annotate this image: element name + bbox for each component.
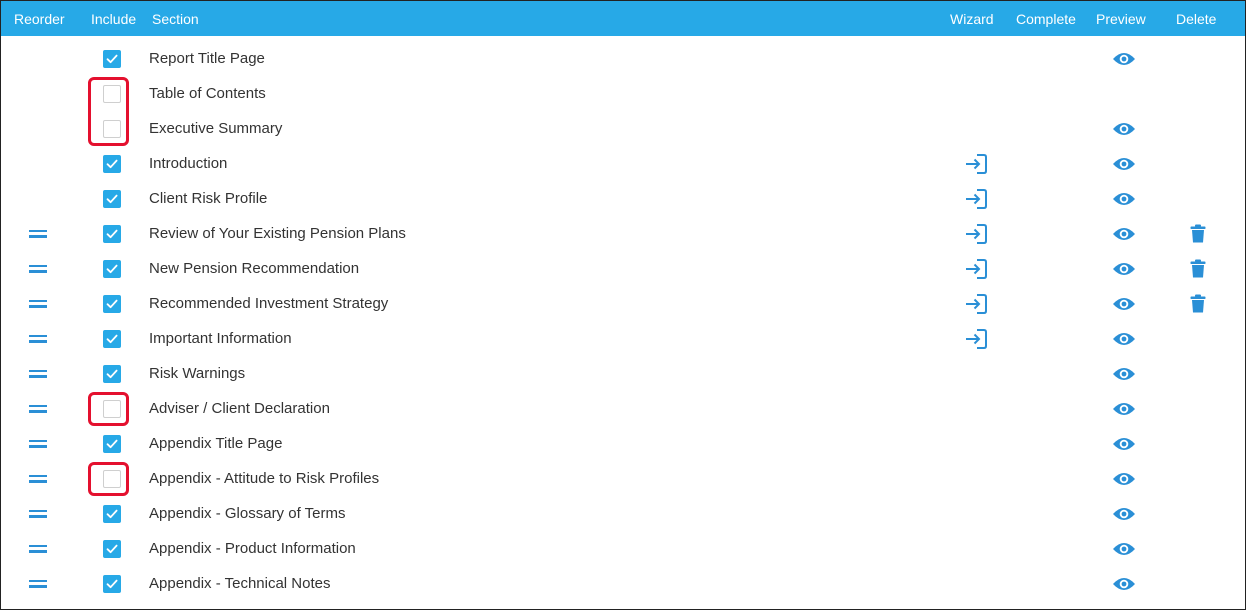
section-label: Recommended Investment Strategy [149,295,389,312]
section-label: Report Title Page [149,50,265,67]
section-list: Report Title Page Table of Contents Exec… [1,41,1245,601]
include-checkbox[interactable] [103,539,121,558]
header-wizard: Wizard [950,11,994,27]
section-label: Adviser / Client Declaration [149,400,330,417]
eye-icon[interactable] [1112,391,1136,426]
header-reorder: Reorder [14,11,65,27]
drag-handle-icon[interactable] [29,509,47,518]
include-checkbox[interactable] [103,84,121,103]
section-label: Review of Your Existing Pension Plans [149,225,406,242]
include-checkbox[interactable] [103,224,121,243]
include-checkbox[interactable] [103,294,121,313]
include-checkbox[interactable] [103,259,121,278]
section-row: Review of Your Existing Pension Plans [1,216,1245,251]
drag-handle-icon[interactable] [29,474,47,483]
eye-icon[interactable] [1112,496,1136,531]
eye-icon[interactable] [1112,356,1136,391]
include-checkbox[interactable] [103,49,121,68]
report-sections-panel: Reorder Include Section Wizard Complete … [0,0,1246,610]
sign-in-icon[interactable] [964,181,988,216]
trash-icon[interactable] [1188,251,1208,286]
eye-icon[interactable] [1112,286,1136,321]
include-checkbox[interactable] [103,504,121,523]
section-row: New Pension Recommendation [1,251,1245,286]
drag-handle-icon[interactable] [29,334,47,343]
section-label: New Pension Recommendation [149,260,360,277]
sign-in-icon[interactable] [964,321,988,356]
eye-icon[interactable] [1112,566,1136,601]
eye-icon[interactable] [1112,426,1136,461]
section-row: Table of Contents [1,76,1245,146]
section-row: Appendix Title Page [1,426,1245,461]
section-row: Important Information [1,321,1245,356]
table-header: Reorder Include Section Wizard Complete … [1,1,1245,36]
sign-in-icon[interactable] [964,251,988,286]
section-row: Report Title Page [1,41,1245,76]
section-label: Appendix Title Page [149,435,283,452]
eye-icon[interactable] [1112,461,1136,496]
include-checkbox[interactable] [103,329,121,348]
eye-icon[interactable] [1112,321,1136,356]
section-label: Table of Contents [149,85,266,102]
section-row: Appendix - Attitude to Risk Profiles [1,461,1245,496]
drag-handle-icon[interactable] [29,404,47,413]
include-checkbox[interactable] [103,189,121,208]
include-checkbox[interactable] [103,574,121,593]
section-row: Risk Warnings [1,356,1245,391]
section-label: Important Information [149,330,292,347]
eye-icon[interactable] [1112,111,1136,146]
trash-icon[interactable] [1188,286,1208,321]
drag-handle-icon[interactable] [29,579,47,588]
eye-icon[interactable] [1112,216,1136,251]
section-row: Recommended Investment Strategy [1,286,1245,321]
section-row: Introduction [1,146,1245,181]
include-checkbox[interactable] [103,364,121,383]
section-label: Client Risk Profile [149,190,268,207]
header-section: Section [152,11,199,27]
section-label: Appendix - Technical Notes [149,575,331,592]
eye-icon[interactable] [1112,181,1136,216]
sign-in-icon[interactable] [964,216,988,251]
section-row: Client Risk Profile [1,181,1245,216]
section-row: Adviser / Client Declaration [1,391,1245,426]
drag-handle-icon[interactable] [29,544,47,553]
section-label: Appendix - Attitude to Risk Profiles [149,470,380,487]
header-complete: Complete [1016,11,1076,27]
eye-icon[interactable] [1112,41,1136,76]
section-row: Appendix - Technical Notes [1,566,1245,601]
header-preview: Preview [1096,11,1146,27]
sign-in-icon[interactable] [964,286,988,321]
include-checkbox[interactable] [103,119,121,138]
section-label: Risk Warnings [149,365,246,382]
drag-handle-icon[interactable] [29,264,47,273]
sign-in-icon[interactable] [964,146,988,181]
include-checkbox[interactable] [103,469,121,488]
section-row: Appendix - Product Information [1,531,1245,566]
header-delete: Delete [1176,11,1217,27]
drag-handle-icon[interactable] [29,299,47,308]
header-include: Include [91,11,137,27]
eye-icon[interactable] [1112,531,1136,566]
drag-handle-icon[interactable] [29,229,47,238]
eye-icon[interactable] [1112,251,1136,286]
section-row: Executive Summary [1,111,1245,146]
section-label: Appendix - Glossary of Terms [149,505,346,522]
eye-icon[interactable] [1112,146,1136,181]
drag-handle-icon[interactable] [29,439,47,448]
include-checkbox[interactable] [103,399,121,418]
drag-handle-icon[interactable] [29,369,47,378]
section-label: Executive Summary [149,120,283,137]
section-label: Appendix - Product Information [149,540,356,557]
section-row: Appendix - Glossary of Terms [1,496,1245,531]
include-checkbox[interactable] [103,154,121,173]
include-checkbox[interactable] [103,434,121,453]
trash-icon[interactable] [1188,216,1208,251]
section-label: Introduction [149,155,228,172]
